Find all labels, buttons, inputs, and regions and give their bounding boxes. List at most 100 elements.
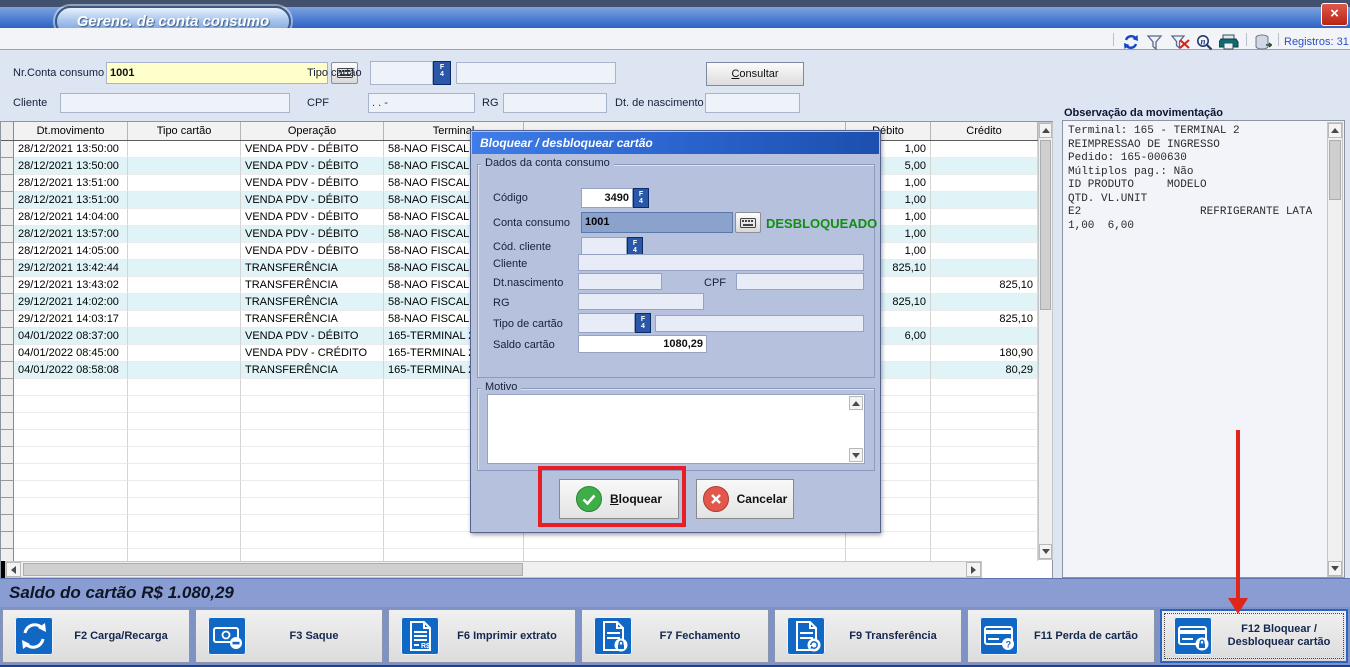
row-selector[interactable] [1,209,14,226]
close-button[interactable]: × [1321,3,1348,26]
keyboard-button[interactable] [735,212,761,233]
cell [128,158,241,175]
footer-button-label: F7 Fechamento [632,630,768,643]
print-icon[interactable] [1219,34,1239,50]
rg-input[interactable] [503,93,607,113]
tipo-cartao-code-input[interactable] [370,61,433,85]
cancelar-button[interactable]: Cancelar [696,479,794,519]
column-header-credito[interactable]: Crédito [931,122,1038,140]
tipo-cartao-desc-input[interactable] [456,62,616,84]
row-selector[interactable] [1,158,14,175]
dt-nascimento-input[interactable] [578,273,662,290]
row-selector[interactable] [1,175,14,192]
f6-imprimir-extrato-button[interactable]: R$ F6 Imprimir extrato [388,609,576,663]
cell: 28/12/2021 13:51:00 [14,175,128,192]
annotation-arrow [1236,430,1240,600]
footer-button-label: F2 Carga/Recarga [53,630,189,643]
cell [931,379,1038,396]
observation-title: Observação da movimentação [1064,107,1223,119]
empty-row [1,532,1038,549]
saldo-cartao-input[interactable]: 1080,29 [578,335,707,353]
f2-carga-recarga-button[interactable]: F2 Carga/Recarga [2,609,190,663]
cliente-input[interactable] [578,254,864,271]
cell [931,515,1038,532]
grid-vscroll-thumb[interactable] [1040,140,1051,310]
dialog-title[interactable]: Bloquear / desbloquear cartão [472,132,879,154]
cell [128,396,241,413]
grid-horizontal-scrollbar[interactable] [5,561,982,578]
tipo-cartao-desc-input[interactable] [655,315,864,332]
cell: VENDA PDV - DÉBITO [241,226,384,243]
cancelar-button-label: Cancelar [737,492,788,506]
dt-nascimento-input[interactable] [705,93,800,113]
cell [128,498,241,515]
grid-vertical-scrollbar[interactable] [1038,122,1053,560]
cell [128,345,241,362]
cell [14,379,128,396]
annotation-arrow-head [1228,598,1248,614]
cell [14,430,128,447]
row-selector[interactable] [1,311,14,328]
filter-icon[interactable] [1146,34,1166,50]
cell [931,430,1038,447]
cell [931,464,1038,481]
cpf-input[interactable] [736,273,864,290]
cell [241,515,384,532]
observation-scroll-thumb[interactable] [1329,140,1341,200]
f12-bloquear-desbloquear-button[interactable]: F12 Bloquear / Desbloquear cartão [1160,609,1348,663]
cpf-input[interactable]: . . - [368,93,475,113]
nr-conta-input[interactable]: 1001 [106,62,328,84]
cell [128,175,241,192]
f11-perda-cartao-button[interactable]: ? F11 Perda de cartão [967,609,1155,663]
row-selector [1,447,14,464]
cell: VENDA PDV - DÉBITO [241,175,384,192]
f4-lookup-button[interactable]: F4 [633,188,649,208]
cell: VENDA PDV - DÉBITO [241,243,384,260]
refresh-icon[interactable] [1122,34,1142,50]
row-selector[interactable] [1,328,14,345]
cell [14,549,128,561]
observation-text[interactable]: Terminal: 165 - TERMINAL 2 REIMPRESSAO D… [1068,125,1326,573]
grid-hscroll-thumb[interactable] [23,563,523,576]
observation-scrollbar[interactable] [1327,122,1343,577]
search-icon[interactable]: n [1195,34,1215,50]
recharge-icon [15,617,53,655]
cell [384,549,524,561]
tipo-cartao-code-input[interactable] [578,313,635,333]
f4-lookup-button[interactable]: F4 [635,313,651,333]
svg-text:n: n [1201,37,1206,47]
column-header-operacao[interactable]: Operação [241,122,384,140]
consultar-button[interactable]: Consultar [706,62,804,86]
motivo-textarea[interactable] [487,394,865,464]
grid-corner-cell [1,122,14,140]
rg-input[interactable] [578,293,704,310]
column-header-tipo[interactable]: Tipo cartão [128,122,241,140]
app-window: Gerenc. de conta consumo × n Registros: … [0,0,1350,667]
motivo-label: Motivo [481,381,521,393]
conta-consumo-input[interactable]: 1001 [581,212,733,233]
clear-filter-icon[interactable] [1170,34,1190,50]
f4-label: 4 [633,247,637,254]
closing-icon [594,617,632,655]
column-header-dt[interactable]: Dt.movimento [14,122,128,140]
row-selector[interactable] [1,141,14,158]
row-selector[interactable] [1,243,14,260]
f4-lookup-button[interactable]: F4 [433,61,451,85]
codigo-input[interactable]: 3490 [581,188,633,208]
cliente-input[interactable] [60,93,290,113]
row-selector[interactable] [1,277,14,294]
export-icon[interactable] [1254,34,1274,50]
row-selector[interactable] [1,260,14,277]
f9-transferencia-button[interactable]: F9 Transferência [774,609,962,663]
row-selector[interactable] [1,192,14,209]
row-selector[interactable] [1,226,14,243]
row-selector[interactable] [1,362,14,379]
f4-label: 4 [641,323,645,330]
row-selector[interactable] [1,294,14,311]
cell [931,549,1038,561]
f7-fechamento-button[interactable]: F7 Fechamento [581,609,769,663]
empty-row [1,549,1038,561]
row-selector[interactable] [1,345,14,362]
observation-panel[interactable]: Terminal: 165 - TERMINAL 2 REIMPRESSAO D… [1062,120,1345,578]
f3-saque-button[interactable]: F3 Saque [195,609,383,663]
